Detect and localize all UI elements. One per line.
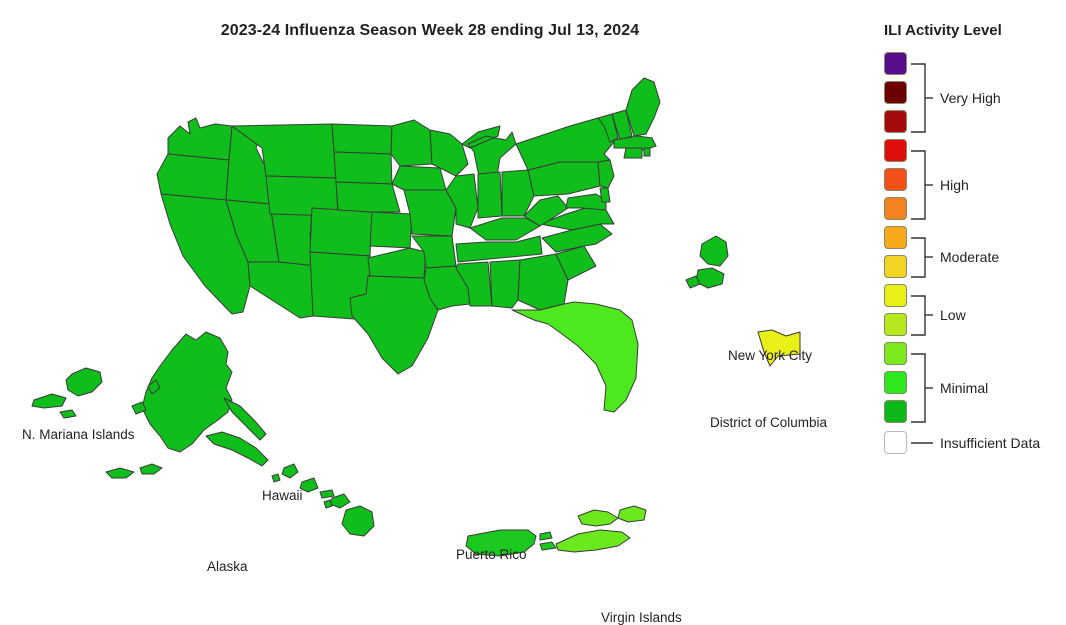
state-ny[interactable] bbox=[515, 117, 615, 171]
legend-label-low: Low bbox=[940, 307, 966, 323]
hawaii-lanai[interactable] bbox=[323, 499, 333, 509]
legend-swatch-low-2[interactable] bbox=[884, 313, 907, 336]
state-ct[interactable] bbox=[623, 147, 643, 159]
legend-bracket-minimal bbox=[911, 353, 933, 423]
legend-label-insufficient-data: Insufficient Data bbox=[940, 435, 1041, 451]
state-ok[interactable] bbox=[367, 247, 427, 279]
hawaii-niihau[interactable] bbox=[271, 473, 281, 483]
state-wa[interactable] bbox=[167, 117, 233, 161]
page-title: 2023-24 Influenza Season Week 28 ending … bbox=[220, 22, 640, 39]
legend-bracket-high bbox=[911, 150, 933, 220]
nmi-tinian[interactable] bbox=[31, 393, 67, 409]
hawaii-oahu[interactable] bbox=[299, 477, 319, 493]
hawaii-big-island[interactable] bbox=[341, 505, 375, 537]
state-ks[interactable] bbox=[369, 211, 413, 249]
map-label-district-of-columbia: District of Columbia bbox=[710, 415, 828, 430]
map-canvas: N. Mariana Islands Hawaii Alaska Puerto … bbox=[0, 48, 862, 624]
alaska-islet-2[interactable] bbox=[139, 463, 163, 475]
state-me[interactable] bbox=[625, 77, 661, 137]
map-label-virgin-islands: Virgin Islands bbox=[601, 610, 682, 625]
alaska-panhandle[interactable] bbox=[223, 397, 267, 441]
state-ne[interactable] bbox=[335, 181, 401, 213]
map-label-n-mariana-islands: N. Mariana Islands bbox=[22, 427, 135, 442]
legend-label-high: High bbox=[940, 177, 969, 193]
legend-bracket-low bbox=[911, 295, 933, 336]
legend-swatch-minimal-3[interactable] bbox=[884, 400, 907, 423]
map-label-new-york-city: New York City bbox=[728, 348, 813, 363]
legend-bracket-moderate bbox=[911, 237, 933, 278]
hawaii-molokai[interactable] bbox=[319, 489, 335, 499]
legend-swatch-high-2[interactable] bbox=[884, 168, 907, 191]
state-co[interactable] bbox=[309, 207, 373, 257]
us-map-svg bbox=[31, 77, 801, 557]
legend-swatch-minimal-2[interactable] bbox=[884, 371, 907, 394]
state-ky[interactable] bbox=[469, 217, 541, 241]
state-mo[interactable] bbox=[403, 189, 457, 237]
legend-label-very-high: Very High bbox=[940, 90, 1001, 106]
legend-swatch-low-1[interactable] bbox=[884, 284, 907, 307]
legend-swatch-moderate-1[interactable] bbox=[884, 226, 907, 249]
state-mn[interactable] bbox=[390, 119, 433, 167]
legend-swatch-very-high-1[interactable] bbox=[884, 52, 907, 75]
state-al[interactable] bbox=[489, 259, 521, 309]
state-nd[interactable] bbox=[331, 123, 393, 155]
state-sd[interactable] bbox=[333, 151, 393, 185]
hawaii-kauai[interactable] bbox=[281, 463, 299, 479]
nyc-upper[interactable] bbox=[699, 235, 729, 267]
alaska-islet-1[interactable] bbox=[105, 467, 135, 479]
legend-label-moderate: Moderate bbox=[940, 249, 1000, 265]
contiguous-us-states[interactable] bbox=[156, 77, 661, 413]
legend-connector-insufficient-data bbox=[911, 441, 933, 445]
vi-st-thomas[interactable] bbox=[577, 509, 619, 527]
legend-swatch-minimal-1[interactable] bbox=[884, 342, 907, 365]
region-virgin-islands[interactable] bbox=[555, 505, 647, 553]
nyc-lower[interactable] bbox=[695, 267, 725, 289]
ili-activity-map-page: 2023-24 Influenza Season Week 28 ending … bbox=[0, 0, 1066, 624]
puerto-rico-vieques[interactable] bbox=[539, 531, 553, 541]
puerto-rico-culebra[interactable] bbox=[539, 541, 557, 551]
state-fl[interactable] bbox=[511, 301, 639, 413]
legend-swatch-insufficient-data[interactable] bbox=[884, 431, 907, 454]
state-or[interactable] bbox=[156, 153, 230, 201]
state-ia[interactable] bbox=[391, 165, 447, 191]
vi-st-john[interactable] bbox=[617, 505, 647, 523]
map-label-alaska: Alaska bbox=[207, 559, 248, 574]
nmi-rota[interactable] bbox=[59, 409, 77, 419]
map-label-puerto-rico: Puerto Rico bbox=[456, 547, 527, 562]
legend: ILI Activity Level Very High High Modera… bbox=[884, 22, 1066, 472]
map-label-hawaii: Hawaii bbox=[262, 488, 303, 503]
legend-swatch-very-high-2[interactable] bbox=[884, 81, 907, 104]
state-ri[interactable] bbox=[643, 147, 651, 157]
region-alaska[interactable] bbox=[105, 331, 269, 479]
vi-st-croix[interactable] bbox=[555, 529, 631, 553]
legend-swatch-high-1[interactable] bbox=[884, 139, 907, 162]
state-az[interactable] bbox=[247, 261, 317, 319]
region-n-mariana-islands[interactable] bbox=[31, 367, 103, 419]
state-in[interactable] bbox=[477, 171, 503, 219]
legend-swatch-high-3[interactable] bbox=[884, 197, 907, 220]
state-de[interactable] bbox=[599, 187, 611, 203]
state-nj[interactable] bbox=[597, 159, 615, 189]
legend-swatch-moderate-2[interactable] bbox=[884, 255, 907, 278]
legend-swatch-very-high-3[interactable] bbox=[884, 110, 907, 133]
legend-label-minimal: Minimal bbox=[940, 380, 989, 396]
nmi-saipan[interactable] bbox=[65, 367, 103, 397]
region-new-york-city[interactable] bbox=[685, 235, 729, 289]
state-md[interactable] bbox=[565, 193, 607, 211]
legend-title: ILI Activity Level bbox=[884, 22, 1002, 39]
legend-bracket-very-high bbox=[911, 63, 933, 133]
